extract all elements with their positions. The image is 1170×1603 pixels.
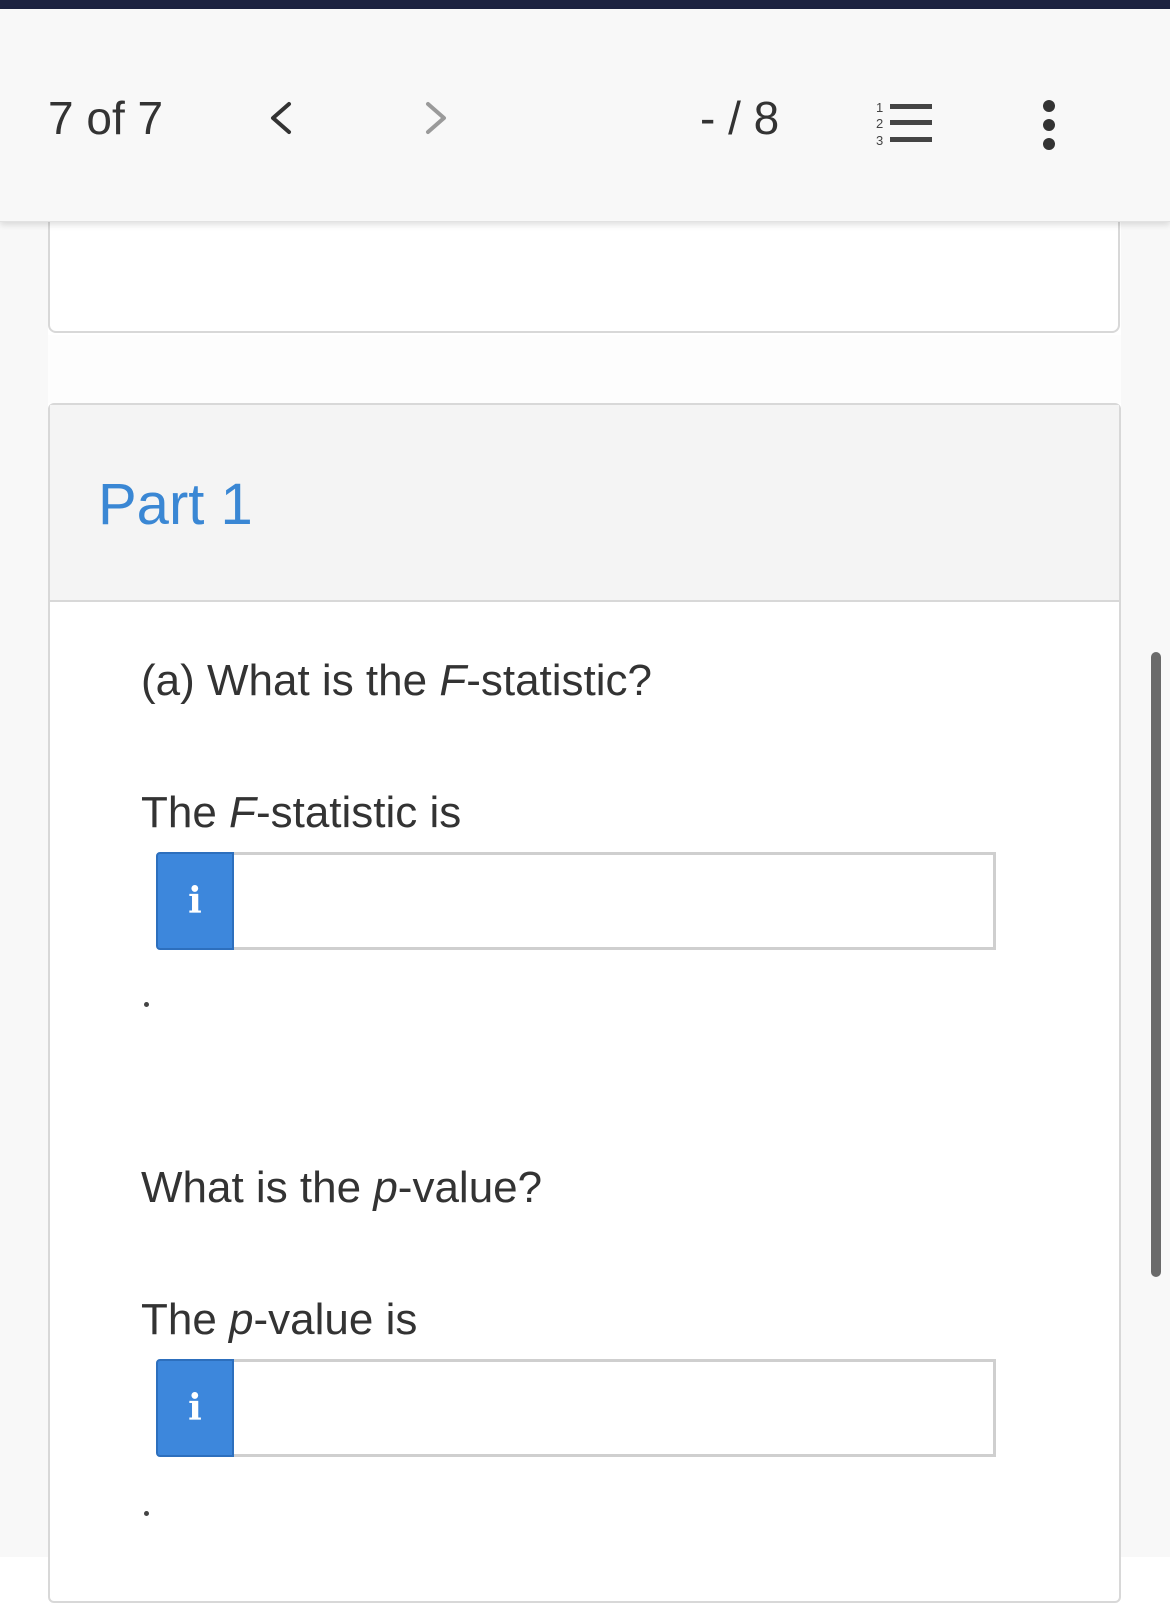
p-value-info-button[interactable]: i <box>156 1359 234 1457</box>
f-statistic-question: (a) What is the F-statistic? <box>141 656 653 705</box>
svg-text:3: 3 <box>876 133 883 148</box>
more-options-button[interactable] <box>1032 99 1066 151</box>
more-vertical-icon <box>1043 100 1055 150</box>
question-toolbar: 7 of 7 - / 8 1 2 3 <box>0 9 1170 222</box>
chevron-right-icon <box>426 102 446 134</box>
svg-text:2: 2 <box>876 116 883 131</box>
p-value-period <box>144 1511 149 1516</box>
p-value-question: What is the p-value? <box>141 1163 543 1212</box>
f-statistic-period <box>144 1002 149 1007</box>
question-list-button[interactable]: 1 2 3 <box>870 98 936 150</box>
scrollbar[interactable] <box>1151 652 1161 1277</box>
info-icon: i <box>188 880 202 922</box>
part-header: Part 1 <box>50 405 1119 602</box>
chevron-left-icon <box>271 102 291 134</box>
next-question-button[interactable] <box>412 93 462 143</box>
question-score: - / 8 <box>700 92 780 144</box>
right-gutter <box>1121 222 1170 1557</box>
previous-question-button[interactable] <box>255 93 305 143</box>
top-status-strip <box>0 0 1170 9</box>
f-statistic-input[interactable] <box>234 852 996 950</box>
numbered-list-icon: 1 2 3 <box>876 100 932 148</box>
p-value-label: The p-value is <box>141 1295 418 1344</box>
f-statistic-answer-row: i <box>156 852 996 950</box>
part-title: Part 1 <box>98 472 253 537</box>
svg-text:1: 1 <box>876 100 883 115</box>
card-gap <box>48 335 1121 403</box>
left-gutter <box>0 222 48 1557</box>
f-statistic-label: The F-statistic is <box>141 788 462 837</box>
p-value-answer-row: i <box>156 1359 996 1457</box>
p-value-input[interactable] <box>234 1359 996 1457</box>
f-statistic-info-button[interactable]: i <box>156 852 234 950</box>
question-counter: 7 of 7 <box>48 92 164 144</box>
info-icon: i <box>188 1387 202 1429</box>
